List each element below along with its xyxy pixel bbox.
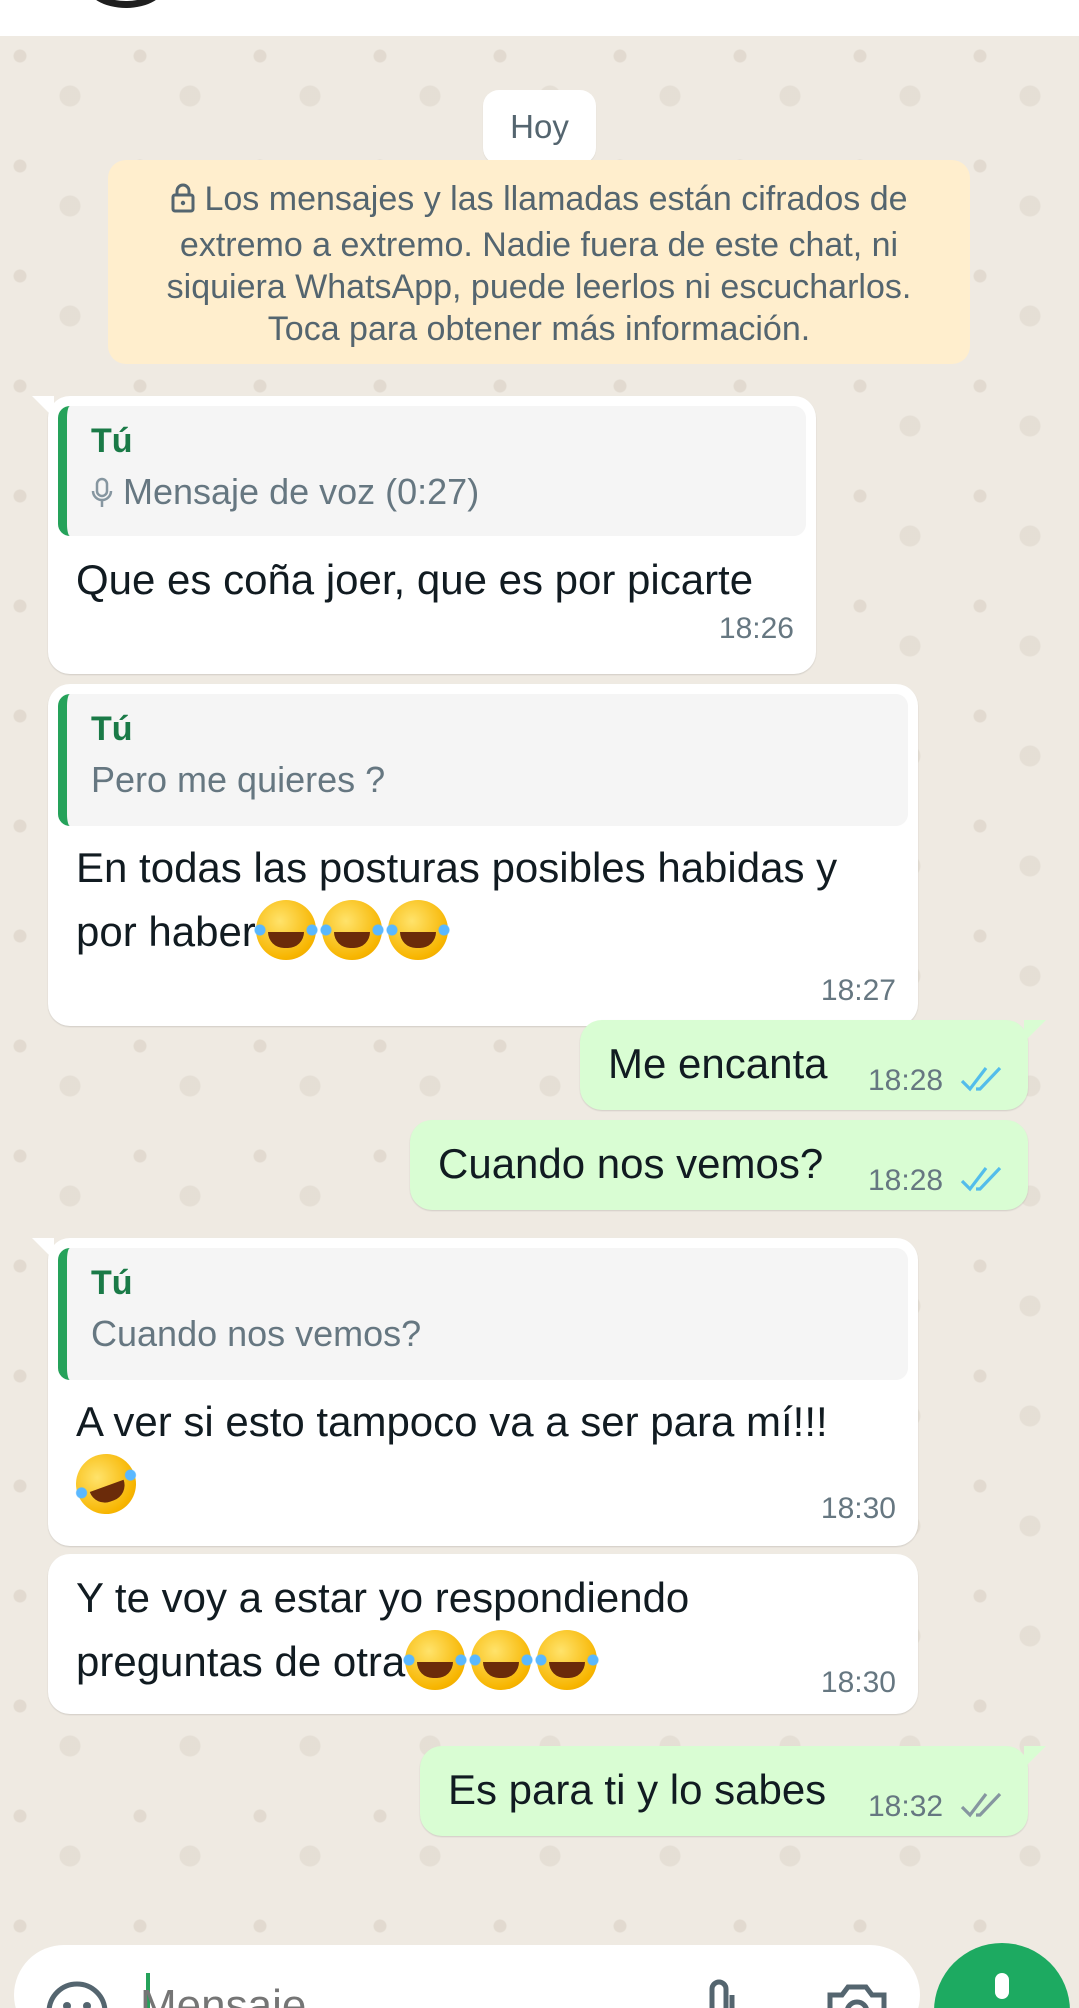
message-bubble-outgoing[interactable]: Es para ti y lo sabes 18:32 — [420, 1746, 1046, 1836]
message-time: 18:28 — [868, 1064, 944, 1097]
rolling-laughing-emoji-icon — [67, 1445, 145, 1523]
message-text: Cuando nos vemos? — [438, 1140, 824, 1187]
read-double-tick-icon — [960, 1066, 1002, 1092]
quoted-message[interactable]: Tú Pero me quieres ? — [58, 694, 908, 826]
message-bubble-outgoing[interactable]: Cuando nos vemos? 18:28 — [410, 1120, 1028, 1210]
message-text-line-1: En todas las posturas posibles habidas y — [76, 844, 838, 891]
message-time: 18:27 — [820, 974, 896, 1007]
tears-of-joy-emoji-icon — [319, 900, 384, 960]
top-bar — [0, 0, 1079, 36]
message-composer[interactable] — [14, 1945, 920, 2008]
message-text: Que es coña joer, que es por picarte — [76, 556, 754, 603]
quote-author: Tú — [91, 422, 133, 460]
lock-icon — [170, 182, 196, 224]
quoted-message[interactable]: Tú Cuando nos vemos? — [58, 1248, 908, 1380]
message-text-line-2: por haber — [76, 908, 256, 955]
message-time: 18:30 — [820, 1666, 896, 1699]
attach-icon[interactable] — [702, 1975, 742, 2008]
message-text-line-2: preguntas de otra — [76, 1638, 406, 1685]
message-text: A ver si esto tampoco va a ser para mí!!… — [76, 1398, 828, 1445]
encryption-notice[interactable]: Los mensajes y las llamadas están cifrad… — [108, 160, 970, 364]
message-time: 18:28 — [868, 1164, 944, 1197]
message-time: 18:30 — [820, 1492, 896, 1525]
tears-of-joy-emoji-icon — [385, 900, 450, 960]
quote-author: Tú — [91, 1264, 133, 1302]
contact-avatar[interactable] — [86, 0, 166, 8]
message-bubble-incoming[interactable]: Tú Pero me quieres ? En todas las postur… — [48, 684, 918, 1026]
tears-of-joy-emoji-icon — [469, 1630, 534, 1690]
message-time: 18:26 — [718, 612, 794, 645]
message-time: 18:32 — [868, 1790, 944, 1823]
day-separator: Hoy — [483, 90, 596, 164]
read-double-tick-icon — [960, 1166, 1002, 1192]
message-bubble-incoming[interactable]: Tú Mensaje de voz (0:27) Que es coña joe… — [32, 396, 816, 674]
quote-text: Pero me quieres ? — [91, 759, 386, 800]
message-text-line-1: Y te voy a estar yo respondiendo — [76, 1574, 690, 1621]
message-input[interactable] — [140, 1981, 700, 2008]
tears-of-joy-emoji-icon — [253, 900, 318, 960]
message-bubble-incoming[interactable]: Tú Cuando nos vemos? A ver si esto tampo… — [32, 1238, 918, 1546]
quote-author: Tú — [91, 710, 133, 748]
message-text: Es para ti y lo sabes — [448, 1766, 827, 1813]
tears-of-joy-emoji-icon — [535, 1630, 600, 1690]
camera-icon[interactable] — [824, 1979, 890, 2008]
delivered-double-tick-icon — [960, 1792, 1002, 1818]
quote-text: Cuando nos vemos? — [91, 1313, 422, 1354]
quoted-message[interactable]: Tú Mensaje de voz (0:27) — [58, 406, 806, 536]
mic-icon — [995, 1973, 1009, 1999]
encryption-notice-text: Los mensajes y las llamadas están cifrad… — [166, 180, 912, 348]
tears-of-joy-emoji-icon — [403, 1630, 468, 1690]
message-bubble-incoming[interactable]: Y te voy a estar yo respondiendo pregunt… — [48, 1554, 918, 1714]
message-bubble-outgoing[interactable]: Me encanta 18:28 — [580, 1020, 1046, 1110]
quote-text: Mensaje de voz (0:27) — [123, 471, 480, 512]
mic-icon — [91, 477, 113, 507]
message-text: Me encanta — [608, 1040, 828, 1087]
voice-record-button[interactable] — [934, 1943, 1070, 2008]
chat-area: Hoy Los mensajes y las llamadas están ci… — [0, 36, 1079, 1936]
emoji-icon[interactable] — [44, 1979, 110, 2008]
